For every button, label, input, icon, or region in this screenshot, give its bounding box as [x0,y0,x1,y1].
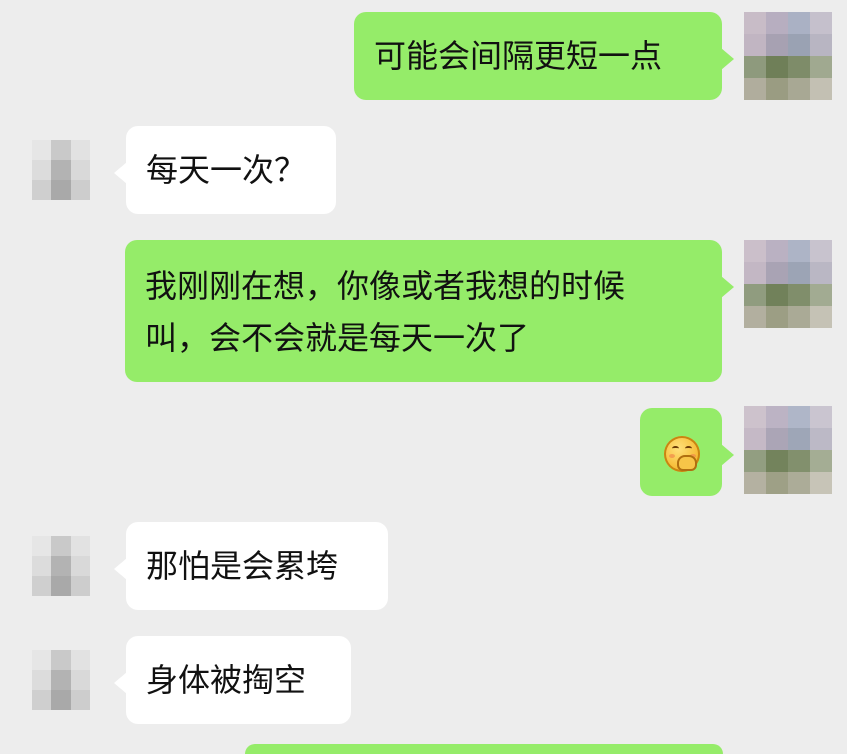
message-text-line-2: 叫，会不会就是每天一次了 [145,319,530,357]
contact-avatar-icon[interactable] [32,140,90,200]
contact-avatar-icon[interactable] [32,650,90,710]
chat-area: 可能会间隔更短一点 每天一次？ 我刚刚在想，你像或者我想的时候 叫，会不会就是每… [0,0,847,754]
shy-giggle-face-icon [664,436,700,472]
contact-avatar-icon[interactable] [32,536,90,596]
my-avatar-icon[interactable] [744,240,832,328]
message-text-line-1: 我刚刚在想，你像或者我想的时候 [145,267,626,305]
message-bubble-outgoing-emoji[interactable] [640,408,734,496]
message-bubble-incoming[interactable]: 那怕是会累垮 [114,522,388,610]
message-bubble-outgoing[interactable]: 可能会间隔更短一点 [354,12,734,100]
message-text: 身体被掏空 [146,661,307,699]
message-bubble-outgoing-partial[interactable] [245,744,723,754]
message-bubble-incoming[interactable]: 每天一次？ [114,126,336,214]
message-bubble-incoming[interactable]: 身体被掏空 [114,636,351,724]
my-avatar-icon[interactable] [744,406,832,494]
message-bubble-outgoing[interactable]: 我刚刚在想，你像或者我想的时候 叫，会不会就是每天一次了 [125,240,734,382]
message-text: 每天一次？ [146,151,307,189]
my-avatar-icon[interactable] [744,12,832,100]
message-text: 那怕是会累垮 [146,547,339,585]
message-text: 可能会间隔更短一点 [374,37,663,75]
